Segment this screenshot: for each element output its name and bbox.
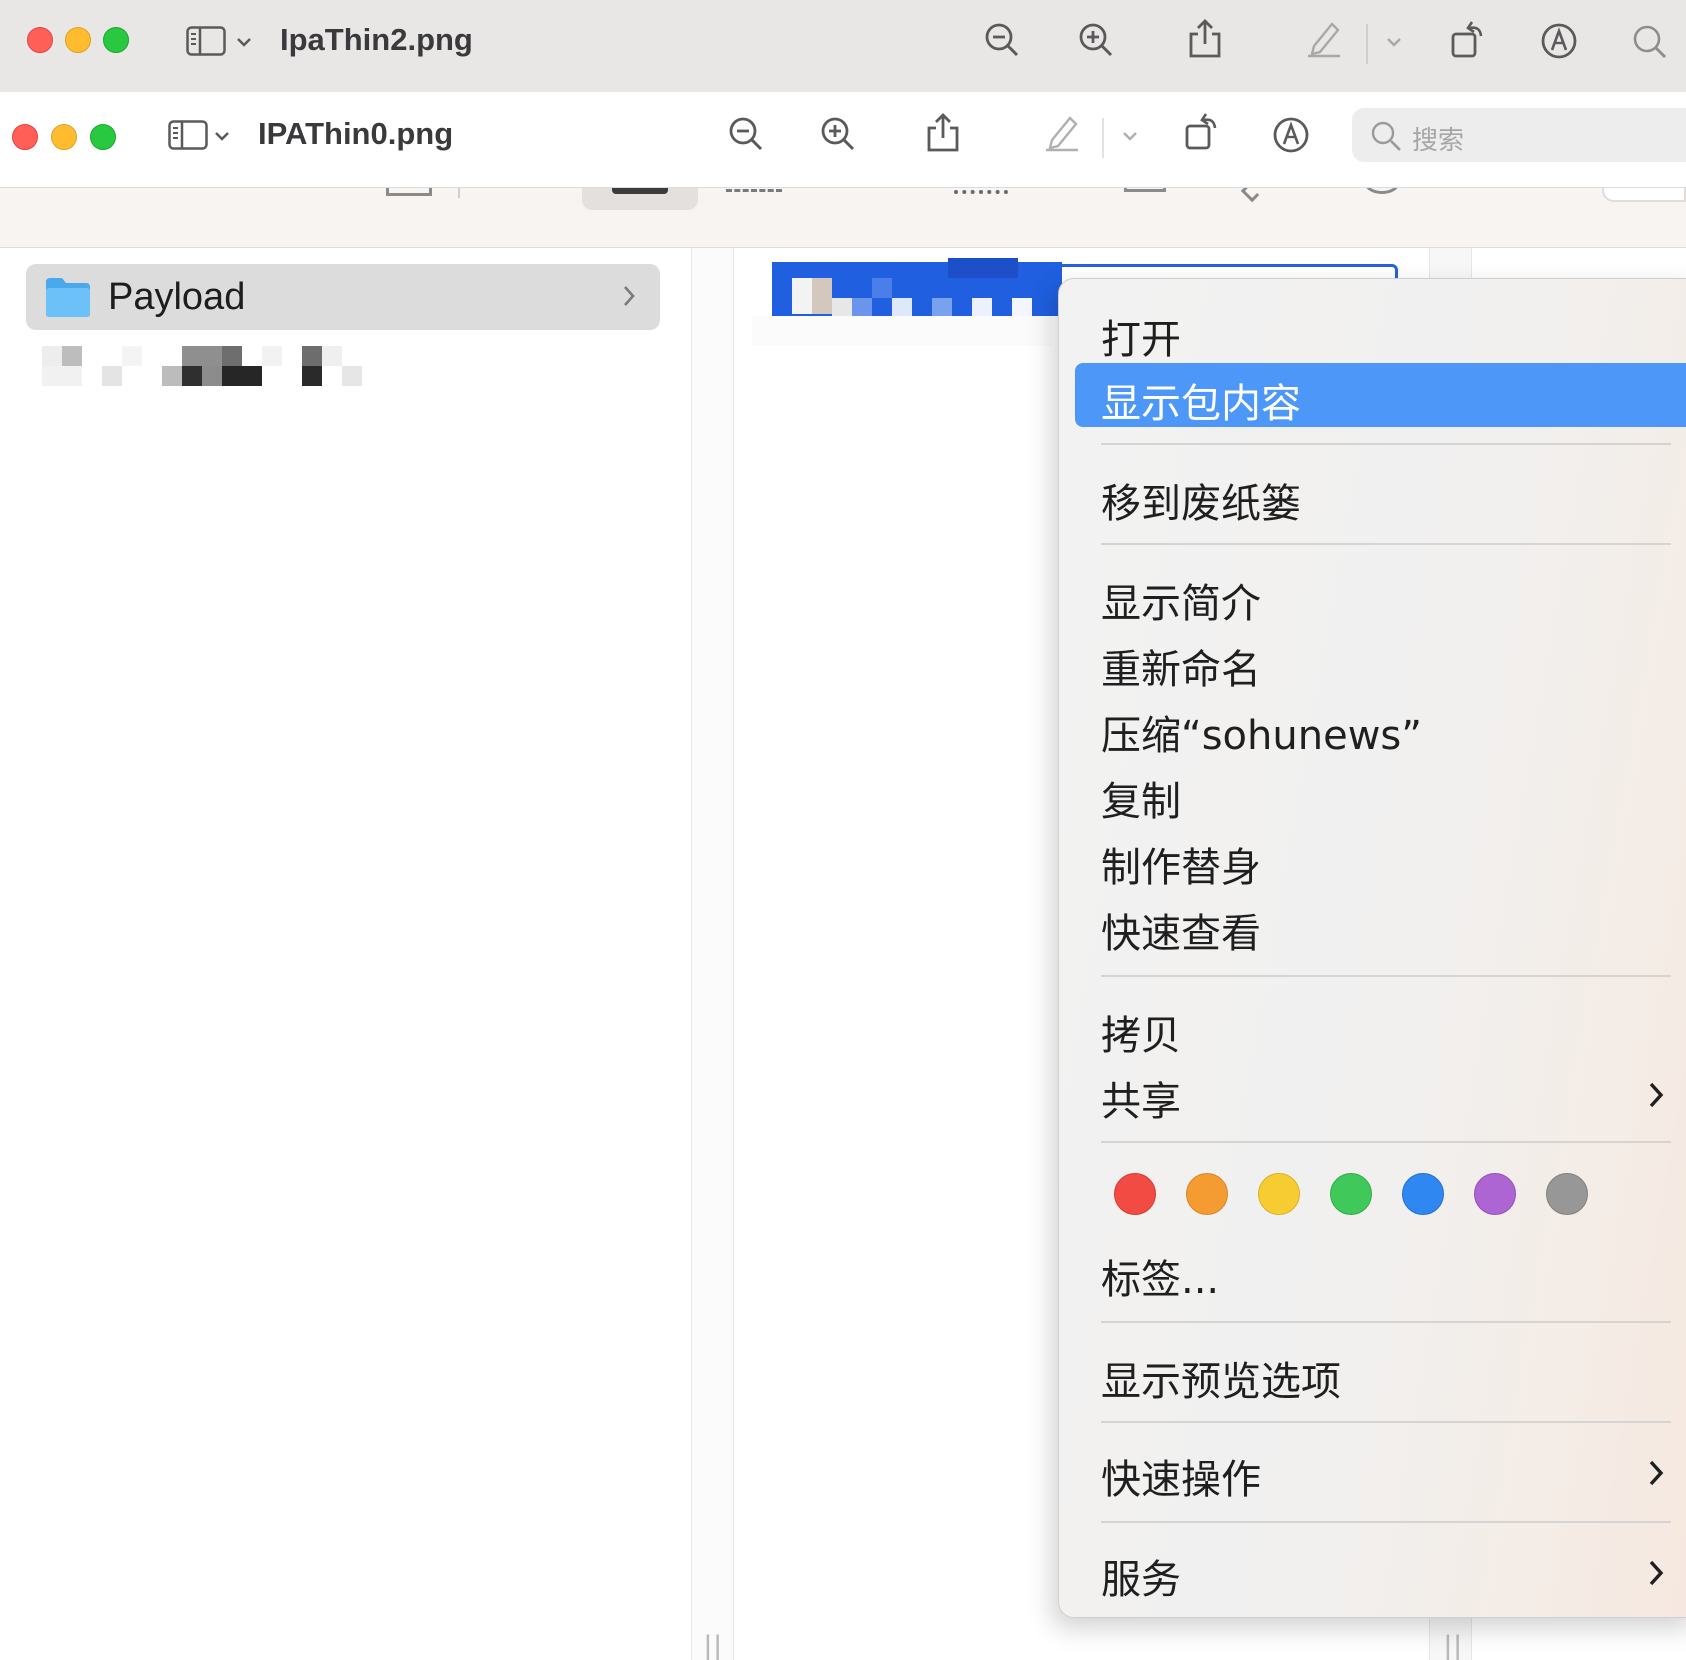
menu-separator: [1101, 1421, 1671, 1423]
menu-item-label: 压缩“sohunews”: [1101, 713, 1422, 759]
zoom-button[interactable]: [103, 27, 129, 53]
chevron-right-icon: [1647, 1081, 1665, 1114]
minimize-button[interactable]: [51, 124, 77, 150]
menu-item-label: 显示简介: [1101, 581, 1261, 627]
tag-orange[interactable]: [1186, 1173, 1228, 1215]
toolbar-divider: [1366, 24, 1368, 64]
menu-item-share[interactable]: 共享: [1059, 1061, 1686, 1125]
share-icon[interactable]: [926, 112, 960, 152]
tag-icon[interactable]: [1240, 188, 1260, 203]
zoom-button[interactable]: [90, 124, 116, 150]
menu-item-compress[interactable]: 压缩“sohunews”: [1059, 695, 1686, 759]
view-icons-icon[interactable]: [386, 188, 432, 196]
action-icon[interactable]: [1124, 188, 1166, 192]
menu-item-label: 显示预览选项: [1101, 1359, 1341, 1405]
menu-separator: [1101, 1321, 1671, 1323]
annotate-icon[interactable]: [1540, 22, 1578, 60]
menu-item-quick-look[interactable]: 快速查看: [1059, 893, 1686, 957]
column-1: [0, 248, 692, 1660]
tag-yellow[interactable]: [1258, 1173, 1300, 1215]
menu-item-label: 重新命名: [1101, 647, 1261, 693]
rotate-icon[interactable]: [1450, 20, 1486, 58]
minimize-button[interactable]: [65, 27, 91, 53]
view-columns-button[interactable]: [582, 188, 698, 210]
folder-row-payload[interactable]: Payload: [26, 264, 660, 330]
toolbar-divider: [1102, 118, 1104, 158]
sidebar-toggle-icon[interactable]: [186, 26, 226, 56]
menu-item-duplicate[interactable]: 复制: [1059, 761, 1686, 825]
finder-toolbar-strip: [0, 188, 1686, 248]
chevron-down-icon[interactable]: [1122, 130, 1138, 142]
menu-item-label: 快速操作: [1101, 1457, 1261, 1503]
search-placeholder: 搜索: [1412, 126, 1465, 156]
menu-item-quick-actions[interactable]: 快速操作: [1059, 1439, 1686, 1503]
menu-item-move-to-trash[interactable]: 移到废纸篓: [1059, 463, 1686, 527]
menu-separator: [1101, 1521, 1671, 1523]
chevron-right-icon: [622, 284, 636, 313]
menu-item-label: 共享: [1101, 1079, 1181, 1125]
markup-pencil-icon[interactable]: [1306, 20, 1342, 58]
close-button[interactable]: [12, 124, 38, 150]
close-button[interactable]: [27, 27, 53, 53]
chevron-right-icon: [1647, 1559, 1665, 1592]
chevron-right-icon: [1647, 1459, 1665, 1492]
tag-gray[interactable]: [1546, 1173, 1588, 1215]
sidebar-toggle-icon[interactable]: [168, 120, 208, 150]
menu-item-get-info[interactable]: 显示简介: [1059, 563, 1686, 627]
search-field[interactable]: 搜索: [1352, 108, 1686, 162]
zoom-in-icon[interactable]: [1078, 22, 1114, 58]
menu-item-copy[interactable]: 拷贝: [1059, 995, 1686, 1059]
menu-item-label: 制作替身: [1101, 845, 1261, 891]
menu-separator: [1101, 1141, 1671, 1143]
menu-item-label: 拷贝: [1101, 1013, 1181, 1059]
menu-item-label: 移到废纸篓: [1101, 481, 1301, 527]
group-icon[interactable]: [954, 188, 1008, 194]
folder-name: Payload: [108, 276, 246, 318]
toolbar-divider: [458, 188, 460, 198]
menu-item-show-view-options[interactable]: 显示预览选项: [1059, 1341, 1686, 1405]
search-icon: [1370, 120, 1402, 152]
folder-icon: [44, 276, 92, 323]
back-window-toolbar: IpaThin2.png: [0, 0, 1686, 92]
column-resize-grip[interactable]: ||: [1444, 1630, 1464, 1660]
zoom-out-icon[interactable]: [728, 116, 764, 152]
menu-item-label: 服务: [1101, 1557, 1181, 1603]
tag-red[interactable]: [1114, 1173, 1156, 1215]
menu-separator: [1101, 443, 1671, 445]
search-icon[interactable]: [1632, 24, 1668, 60]
menu-item-rename[interactable]: 重新命名: [1059, 629, 1686, 693]
view-gallery-icon[interactable]: [726, 188, 782, 192]
more-icon[interactable]: [1364, 188, 1400, 194]
menu-item-open[interactable]: 打开: [1059, 299, 1686, 363]
menu-separator: [1101, 543, 1671, 545]
annotate-icon[interactable]: [1272, 116, 1310, 154]
column-resize-grip[interactable]: ||: [704, 1630, 724, 1660]
front-window-title: IPAThin0.png: [258, 116, 454, 151]
chevron-down-icon[interactable]: [1386, 36, 1402, 48]
tag-green[interactable]: [1330, 1173, 1372, 1215]
menu-item-label: 打开: [1101, 317, 1181, 363]
rotate-icon[interactable]: [1184, 112, 1220, 150]
chevron-down-icon[interactable]: [214, 130, 230, 142]
menu-separator: [1101, 975, 1671, 977]
context-menu: 打开 显示包内容 移到废纸篓 显示简介 重新命名 压缩“sohunews” 复制…: [1058, 278, 1686, 1618]
finder-search-field[interactable]: [1602, 188, 1686, 202]
menu-item-label: 复制: [1101, 779, 1181, 825]
zoom-out-icon[interactable]: [984, 22, 1020, 58]
share-icon[interactable]: [1188, 18, 1222, 58]
menu-item-label: 快速查看: [1101, 911, 1261, 957]
markup-pencil-icon[interactable]: [1044, 114, 1080, 152]
chevron-down-icon[interactable]: [236, 36, 252, 48]
tag-blue[interactable]: [1402, 1173, 1444, 1215]
back-window-title: IpaThin2.png: [280, 22, 473, 57]
menu-item-tags[interactable]: 标签...: [1059, 1239, 1686, 1303]
menu-item-show-package-contents[interactable]: 显示包内容: [1075, 363, 1686, 427]
menu-item-services[interactable]: 服务: [1059, 1539, 1686, 1603]
tag-purple[interactable]: [1474, 1173, 1516, 1215]
menu-item-label: 标签...: [1101, 1257, 1220, 1303]
zoom-in-icon[interactable]: [820, 116, 856, 152]
menu-item-label: 显示包内容: [1101, 381, 1301, 427]
menu-item-make-alias[interactable]: 制作替身: [1059, 827, 1686, 891]
column-divider[interactable]: [692, 248, 734, 1660]
